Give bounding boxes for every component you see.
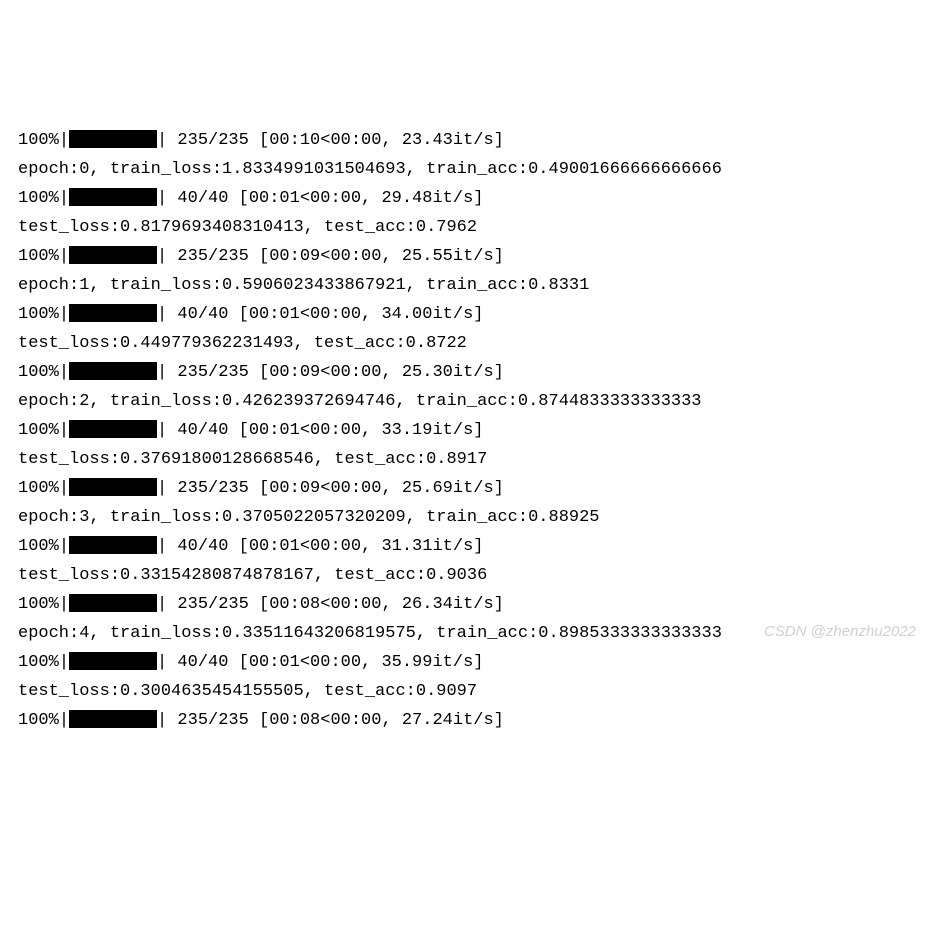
- progress-bar-icon: [69, 362, 157, 380]
- progress-bar-icon: [69, 536, 157, 554]
- log-line: 100%|| 40/40 [00:01<00:00, 34.00it/s]: [18, 300, 912, 329]
- progress-pipe: |: [157, 363, 167, 382]
- log-line: 100%|| 40/40 [00:01<00:00, 33.19it/s]: [18, 416, 912, 445]
- log-line: epoch:2, train_loss:0.426239372694746, t…: [18, 387, 912, 416]
- progress-percent: 100%: [18, 363, 59, 382]
- progress-pipe: |: [59, 595, 69, 614]
- log-text: epoch:3, train_loss:0.3705022057320209, …: [18, 508, 600, 527]
- progress-pipe: |: [59, 537, 69, 556]
- progress-pipe: |: [59, 363, 69, 382]
- progress-percent: 100%: [18, 189, 59, 208]
- progress-pipe: |: [59, 131, 69, 150]
- progress-stats: 235/235 [00:09<00:00, 25.30it/s]: [167, 363, 504, 382]
- progress-bar-icon: [69, 420, 157, 438]
- progress-pipe: |: [157, 595, 167, 614]
- log-line: epoch:1, train_loss:0.5906023433867921, …: [18, 271, 912, 300]
- progress-bar-icon: [69, 710, 157, 728]
- progress-percent: 100%: [18, 537, 59, 556]
- watermark-text: CSDN @zhenzhu2022: [764, 617, 916, 646]
- log-line: 100%|| 235/235 [00:09<00:00, 25.69it/s]: [18, 474, 912, 503]
- progress-percent: 100%: [18, 595, 59, 614]
- progress-percent: 100%: [18, 421, 59, 440]
- log-line: 100%|| 235/235 [00:09<00:00, 25.55it/s]: [18, 242, 912, 271]
- progress-bar-icon: [69, 594, 157, 612]
- progress-stats: 40/40 [00:01<00:00, 29.48it/s]: [167, 189, 483, 208]
- progress-pipe: |: [59, 247, 69, 266]
- progress-percent: 100%: [18, 479, 59, 498]
- progress-pipe: |: [59, 189, 69, 208]
- progress-pipe: |: [157, 131, 167, 150]
- progress-pipe: |: [157, 479, 167, 498]
- log-line: epoch:0, train_loss:1.8334991031504693, …: [18, 155, 912, 184]
- progress-pipe: |: [157, 421, 167, 440]
- progress-pipe: |: [59, 653, 69, 672]
- log-line: test_loss:0.33154280874878167, test_acc:…: [18, 561, 912, 590]
- progress-pipe: |: [157, 653, 167, 672]
- log-line: epoch:3, train_loss:0.3705022057320209, …: [18, 503, 912, 532]
- progress-bar-icon: [69, 652, 157, 670]
- progress-stats: 235/235 [00:08<00:00, 26.34it/s]: [167, 595, 504, 614]
- log-line: 100%|| 40/40 [00:01<00:00, 35.99it/s]: [18, 648, 912, 677]
- progress-stats: 40/40 [00:01<00:00, 31.31it/s]: [167, 537, 483, 556]
- progress-bar-icon: [69, 304, 157, 322]
- progress-pipe: |: [59, 479, 69, 498]
- log-line: 100%|| 235/235 [00:10<00:00, 23.43it/s]: [18, 126, 912, 155]
- log-text: epoch:0, train_loss:1.8334991031504693, …: [18, 160, 722, 179]
- progress-stats: 40/40 [00:01<00:00, 33.19it/s]: [167, 421, 483, 440]
- progress-pipe: |: [59, 305, 69, 324]
- progress-pipe: |: [157, 537, 167, 556]
- log-line: 100%|| 40/40 [00:01<00:00, 29.48it/s]: [18, 184, 912, 213]
- progress-stats: 235/235 [00:09<00:00, 25.69it/s]: [167, 479, 504, 498]
- log-line: test_loss:0.3004635454155505, test_acc:0…: [18, 677, 912, 706]
- log-text: epoch:4, train_loss:0.33511643206819575,…: [18, 624, 722, 643]
- log-text: test_loss:0.33154280874878167, test_acc:…: [18, 566, 487, 585]
- log-line: test_loss:0.8179693408310413, test_acc:0…: [18, 213, 912, 242]
- progress-pipe: |: [157, 247, 167, 266]
- progress-stats: 235/235 [00:10<00:00, 23.43it/s]: [167, 131, 504, 150]
- progress-bar-icon: [69, 478, 157, 496]
- progress-percent: 100%: [18, 305, 59, 324]
- log-text: test_loss:0.37691800128668546, test_acc:…: [18, 450, 487, 469]
- progress-pipe: |: [157, 711, 167, 730]
- progress-stats: 40/40 [00:01<00:00, 35.99it/s]: [167, 653, 483, 672]
- progress-percent: 100%: [18, 711, 59, 730]
- log-text: test_loss:0.449779362231493, test_acc:0.…: [18, 334, 467, 353]
- progress-percent: 100%: [18, 247, 59, 266]
- progress-stats: 235/235 [00:09<00:00, 25.55it/s]: [167, 247, 504, 266]
- log-line: 100%|| 235/235 [00:08<00:00, 26.34it/s]: [18, 590, 912, 619]
- progress-percent: 100%: [18, 131, 59, 150]
- log-text: test_loss:0.3004635454155505, test_acc:0…: [18, 682, 477, 701]
- progress-pipe: |: [157, 305, 167, 324]
- progress-stats: 235/235 [00:08<00:00, 27.24it/s]: [167, 711, 504, 730]
- progress-percent: 100%: [18, 653, 59, 672]
- progress-pipe: |: [59, 421, 69, 440]
- log-line: 100%|| 40/40 [00:01<00:00, 31.31it/s]: [18, 532, 912, 561]
- log-line: test_loss:0.449779362231493, test_acc:0.…: [18, 329, 912, 358]
- log-text: epoch:2, train_loss:0.426239372694746, t…: [18, 392, 702, 411]
- progress-bar-icon: [69, 188, 157, 206]
- progress-stats: 40/40 [00:01<00:00, 34.00it/s]: [167, 305, 483, 324]
- progress-bar-icon: [69, 246, 157, 264]
- progress-pipe: |: [59, 711, 69, 730]
- progress-pipe: |: [157, 189, 167, 208]
- log-text: epoch:1, train_loss:0.5906023433867921, …: [18, 276, 589, 295]
- log-line: 100%|| 235/235 [00:09<00:00, 25.30it/s]: [18, 358, 912, 387]
- log-line: 100%|| 235/235 [00:08<00:00, 27.24it/s]: [18, 706, 912, 735]
- log-line: test_loss:0.37691800128668546, test_acc:…: [18, 445, 912, 474]
- progress-bar-icon: [69, 130, 157, 148]
- log-text: test_loss:0.8179693408310413, test_acc:0…: [18, 218, 477, 237]
